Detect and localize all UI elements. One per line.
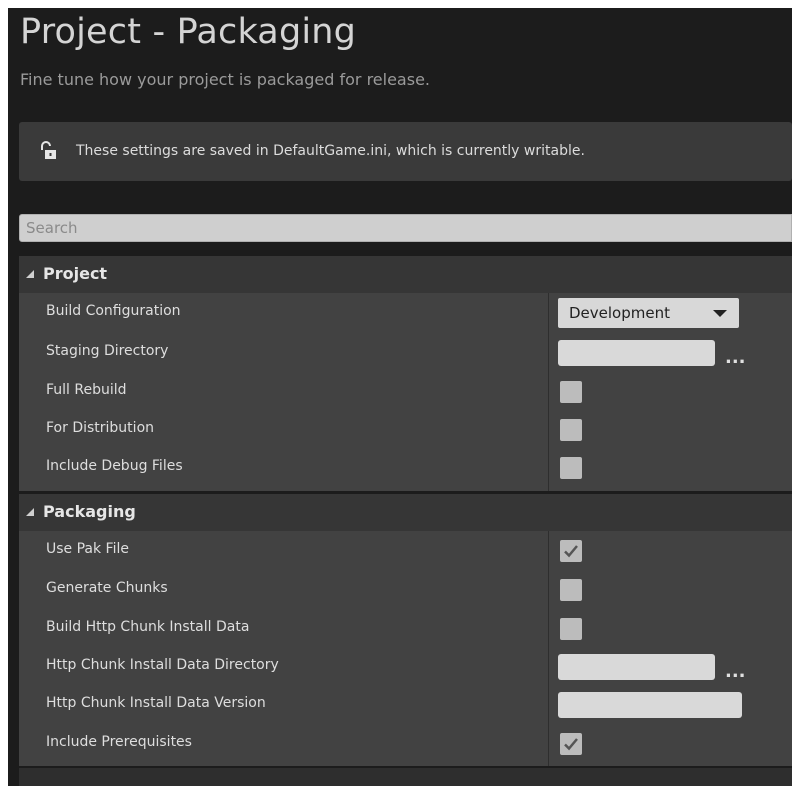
staging-directory-browse-button[interactable]: ... xyxy=(725,349,746,367)
http-chunk-directory-label: Http Chunk Install Data Directory xyxy=(46,657,279,673)
column-divider[interactable] xyxy=(548,531,549,766)
chevron-down-icon xyxy=(713,310,727,317)
build-http-chunk-checkbox[interactable] xyxy=(560,618,582,640)
for-distribution-label: For Distribution xyxy=(46,420,155,436)
use-pak-file-checkbox[interactable] xyxy=(560,540,582,562)
include-debug-files-label: Include Debug Files xyxy=(46,458,183,474)
include-debug-files-checkbox[interactable] xyxy=(560,457,582,479)
search-input[interactable] xyxy=(19,214,792,242)
staging-directory-field[interactable] xyxy=(558,340,715,366)
config-notice-text: These settings are saved in DefaultGame.… xyxy=(76,143,585,159)
category-packaging-label: Packaging xyxy=(43,502,136,521)
staging-directory-label: Staging Directory xyxy=(46,343,169,359)
for-distribution-checkbox[interactable] xyxy=(560,419,582,441)
http-chunk-directory-browse-button[interactable]: ... xyxy=(725,663,746,681)
panel-footer xyxy=(19,768,792,786)
build-configuration-value: Development xyxy=(569,304,670,322)
generate-chunks-label: Generate Chunks xyxy=(46,580,168,596)
generate-chunks-checkbox[interactable] xyxy=(560,579,582,601)
include-prerequisites-label: Include Prerequisites xyxy=(46,734,192,750)
category-project[interactable]: Project xyxy=(19,256,792,293)
category-project-label: Project xyxy=(43,264,108,283)
http-chunk-directory-field[interactable] xyxy=(558,654,715,680)
build-configuration-label: Build Configuration xyxy=(46,303,181,319)
page-subtitle: Fine tune how your project is packaged f… xyxy=(20,70,430,89)
category-packaging[interactable]: Packaging xyxy=(19,494,792,531)
build-http-chunk-label: Build Http Chunk Install Data xyxy=(46,619,250,635)
packaging-properties: Use Pak File Generate Chunks Build Http … xyxy=(19,531,792,766)
http-chunk-version-label: Http Chunk Install Data Version xyxy=(46,695,266,711)
expand-arrow-icon xyxy=(26,508,34,516)
checkmark-icon xyxy=(564,545,578,558)
use-pak-file-label: Use Pak File xyxy=(46,541,129,557)
full-rebuild-checkbox[interactable] xyxy=(560,381,582,403)
section-separator xyxy=(19,491,792,493)
config-notice: These settings are saved in DefaultGame.… xyxy=(19,122,792,181)
settings-panel: Project - Packaging Fine tune how your p… xyxy=(8,8,792,786)
expand-arrow-icon xyxy=(26,270,34,278)
build-configuration-dropdown[interactable]: Development xyxy=(558,298,739,328)
include-prerequisites-checkbox[interactable] xyxy=(560,733,582,755)
unlocked-padlock-icon xyxy=(41,141,56,159)
http-chunk-version-field[interactable] xyxy=(558,692,742,718)
project-properties: Build Configuration Development Staging … xyxy=(19,293,792,493)
full-rebuild-label: Full Rebuild xyxy=(46,382,127,398)
checkmark-icon xyxy=(564,738,578,751)
column-divider[interactable] xyxy=(548,293,549,493)
page-title: Project - Packaging xyxy=(20,12,357,52)
